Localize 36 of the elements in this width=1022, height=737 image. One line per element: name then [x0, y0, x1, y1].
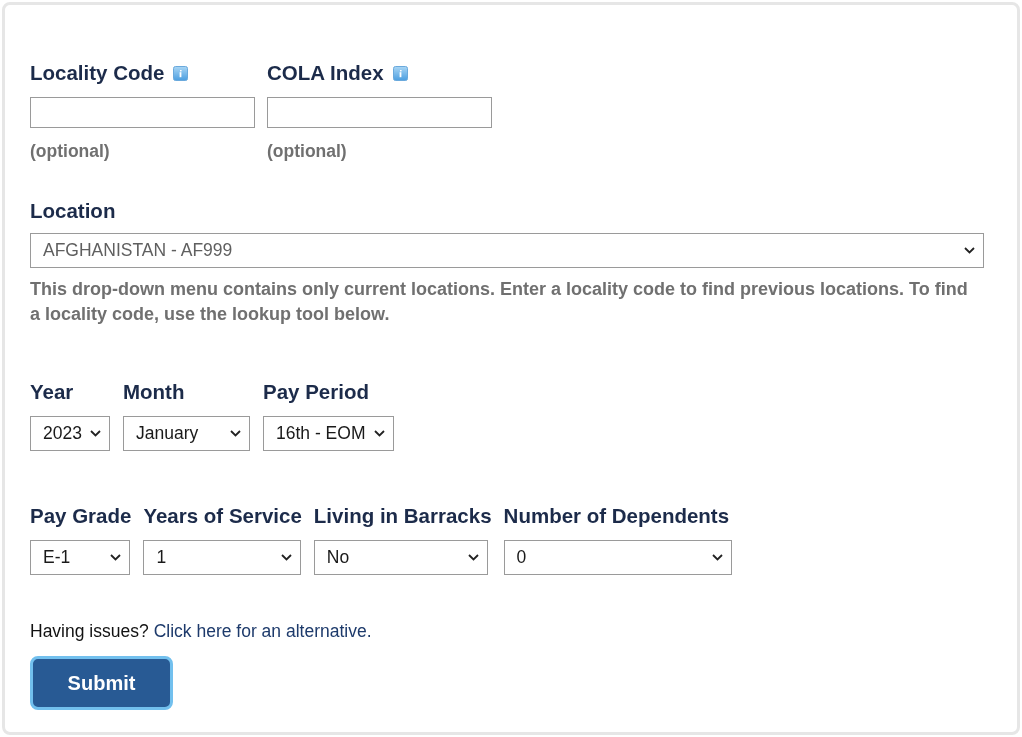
chevron-down-icon	[964, 247, 975, 254]
help-text: This drop-down menu contains only current locations. Enter a locality code to find previous locations. To find a locality code, use the lookup tool below.	[30, 278, 969, 326]
field-label: Location	[30, 198, 116, 225]
optional-hint: (optional)	[267, 140, 347, 163]
field-label: COLA Index	[267, 59, 384, 86]
field-label: Year	[30, 379, 74, 405]
dropdown[interactable]: 1	[143, 539, 302, 575]
field-label: Pay Period	[263, 379, 369, 405]
dropdown[interactable]: 2023	[30, 415, 110, 451]
dropdown[interactable]: 16th - EOM	[263, 415, 394, 451]
info-icon[interactable]	[173, 65, 189, 81]
chevron-down-icon	[281, 553, 293, 561]
dropdown[interactable]: January	[123, 415, 250, 451]
field-label: Living in Barracks	[313, 502, 492, 529]
alternative-link[interactable]: Click here for an alternative.	[153, 617, 372, 644]
field-label: Month	[123, 379, 185, 405]
dropdown[interactable]: No	[313, 539, 488, 575]
text-input[interactable]	[30, 97, 255, 128]
issues-text: Having issues?	[30, 619, 149, 643]
chevron-down-icon	[230, 429, 241, 437]
location-dropdown[interactable]: AFGHANISTAN - AF999	[30, 233, 984, 268]
field-label: Years of Service	[143, 502, 302, 529]
dropdown[interactable]: 0	[503, 539, 732, 575]
chevron-down-icon	[711, 553, 723, 561]
chevron-down-icon	[90, 429, 101, 437]
chevron-down-icon	[467, 553, 479, 561]
text-input[interactable]	[267, 97, 492, 128]
submit-button[interactable]: Submit	[30, 655, 173, 710]
info-icon[interactable]	[392, 65, 408, 81]
optional-hint: (optional)	[30, 140, 110, 163]
field-label: Number of Dependents	[503, 502, 730, 529]
dropdown[interactable]: E-1	[30, 539, 130, 575]
field-label: Locality Code	[30, 59, 165, 86]
field-label: Pay Grade	[30, 502, 132, 529]
chevron-down-icon	[110, 553, 121, 561]
chevron-down-icon	[374, 429, 385, 437]
